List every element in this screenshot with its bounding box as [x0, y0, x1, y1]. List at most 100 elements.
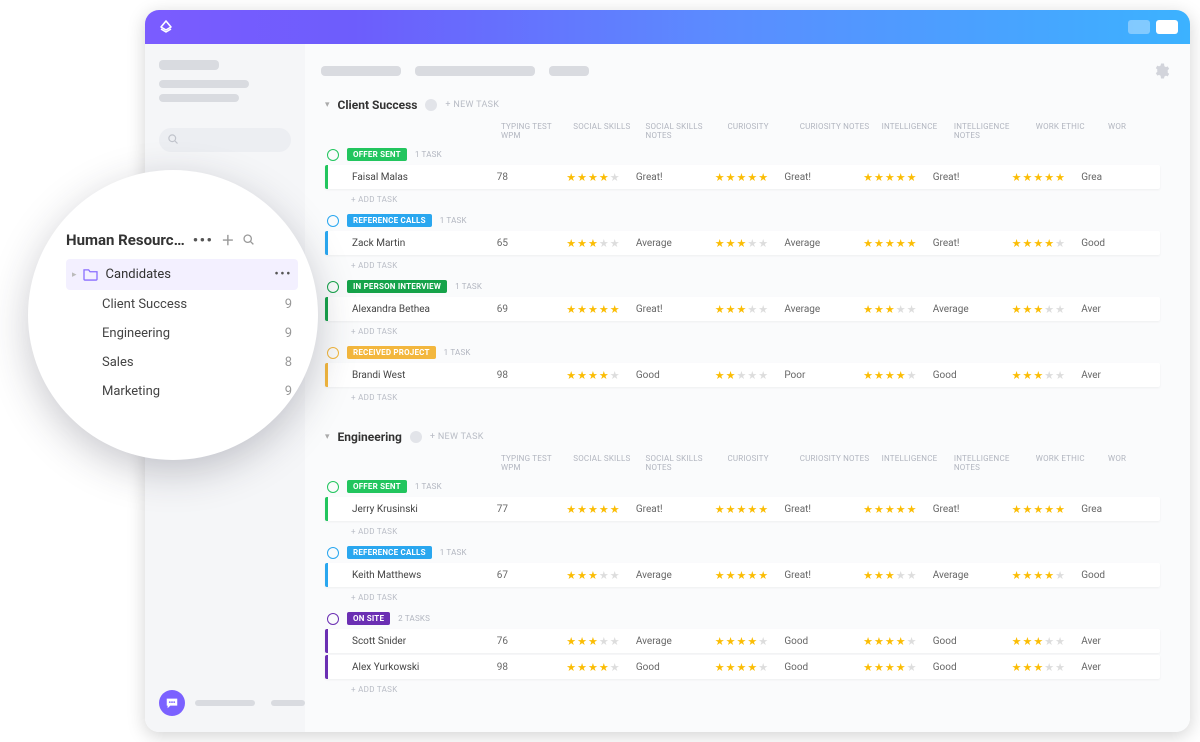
cell-workethic-stars[interactable]: ★★★★★ — [1012, 636, 1082, 647]
cell-intelligence-stars[interactable]: ★★★★★ — [863, 662, 933, 673]
section-dot-icon — [410, 431, 422, 443]
add-task-button[interactable]: + ADD TASK — [321, 389, 1190, 408]
cell-intelligence-note: Good — [933, 370, 1012, 381]
section-header[interactable]: ▾ Client Success + NEW TASK — [321, 94, 1190, 120]
space-header[interactable]: Human Resourc… ••• ＋ — [66, 230, 298, 249]
folder-candidates[interactable]: ▸ Candidates ••• — [66, 259, 298, 290]
status-count: 1 TASK — [415, 150, 442, 159]
cell-intelligence-stars[interactable]: ★★★★★ — [863, 504, 933, 515]
add-task-button[interactable]: + ADD TASK — [321, 323, 1190, 342]
status-bar[interactable]: RECEIVED PROJECT 1 TASK — [321, 342, 1190, 361]
add-task-button[interactable]: + ADD TASK — [321, 523, 1190, 542]
cell-social-stars[interactable]: ★★★★★ — [566, 238, 636, 249]
more-icon[interactable]: ••• — [274, 267, 292, 282]
cell-curiosity-stars[interactable]: ★★★★★ — [715, 304, 785, 315]
list-item-marketing[interactable]: Marketing9 — [66, 377, 298, 406]
status-bar[interactable]: REFERENCE CALLS 1 TASK — [321, 542, 1190, 561]
cell-workethic-stars[interactable]: ★★★★★ — [1012, 238, 1082, 249]
cell-workethic-stars[interactable]: ★★★★★ — [1012, 172, 1082, 183]
status-group: OFFER SENT 1 TASK Faisal Malas 78 ★★★★★ … — [321, 144, 1190, 210]
list-item-engineering[interactable]: Engineering9 — [66, 319, 298, 348]
search-icon — [167, 133, 179, 145]
search-pill-placeholder[interactable] — [159, 128, 291, 152]
star-icon: ★ — [577, 172, 587, 183]
list-label: Marketing — [102, 384, 160, 399]
star-icon: ★ — [726, 636, 736, 647]
status-bar[interactable]: OFFER SENT 1 TASK — [321, 476, 1190, 495]
new-task-button[interactable]: + NEW TASK — [430, 432, 484, 442]
task-row[interactable]: Scott Snider 76 ★★★★★ Average ★★★★★ Good… — [325, 629, 1160, 653]
star-icon: ★ — [758, 504, 768, 515]
settings-icon[interactable] — [1152, 62, 1170, 80]
add-icon[interactable]: ＋ — [221, 230, 234, 249]
cell-curiosity-stars[interactable]: ★★★★★ — [715, 370, 785, 381]
window-minimize-button[interactable] — [1128, 20, 1150, 34]
add-task-button[interactable]: + ADD TASK — [321, 681, 1190, 700]
star-icon: ★ — [736, 662, 746, 673]
cell-social-stars[interactable]: ★★★★★ — [566, 504, 636, 515]
chat-icon[interactable] — [159, 690, 185, 716]
window-maximize-button[interactable] — [1156, 20, 1178, 34]
folder-label: Candidates — [106, 267, 171, 282]
status-bar[interactable]: ON SITE 2 TASKS — [321, 608, 1190, 627]
status-bar[interactable]: REFERENCE CALLS 1 TASK — [321, 210, 1190, 229]
cell-intelligence-stars[interactable]: ★★★★★ — [863, 370, 933, 381]
cell-intelligence-stars[interactable]: ★★★★★ — [863, 636, 933, 647]
cell-curiosity-stars[interactable]: ★★★★★ — [715, 172, 785, 183]
star-icon: ★ — [599, 238, 609, 249]
star-icon: ★ — [896, 504, 906, 515]
star-icon: ★ — [736, 504, 746, 515]
task-name: Scott Snider — [328, 636, 497, 647]
caret-icon: ▸ — [72, 270, 77, 280]
task-row[interactable]: Keith Matthews 67 ★★★★★ Average ★★★★★ Gr… — [325, 563, 1160, 587]
task-row[interactable]: Alexandra Bethea 69 ★★★★★ Great! ★★★★★ A… — [325, 297, 1160, 321]
star-icon: ★ — [885, 636, 895, 647]
add-task-button[interactable]: + ADD TASK — [321, 191, 1190, 210]
status-bar[interactable]: IN PERSON INTERVIEW 1 TASK — [321, 276, 1190, 295]
cell-wpm: 98 — [497, 662, 567, 673]
cell-curiosity-stars[interactable]: ★★★★★ — [715, 636, 785, 647]
star-icon: ★ — [566, 636, 576, 647]
task-row[interactable]: Zack Martin 65 ★★★★★ Average ★★★★★ Avera… — [325, 231, 1160, 255]
cell-intelligence-stars[interactable]: ★★★★★ — [863, 570, 933, 581]
section-header[interactable]: ▾ Engineering + NEW TASK — [321, 426, 1190, 452]
cell-intelligence-stars[interactable]: ★★★★★ — [863, 172, 933, 183]
status-bar[interactable]: OFFER SENT 1 TASK — [321, 144, 1190, 163]
task-row[interactable]: Alex Yurkowski 98 ★★★★★ Good ★★★★★ Good … — [325, 655, 1160, 679]
status-tag: REFERENCE CALLS — [347, 546, 432, 559]
cell-workethic-stars[interactable]: ★★★★★ — [1012, 662, 1082, 673]
cell-curiosity-stars[interactable]: ★★★★★ — [715, 662, 785, 673]
cell-social-stars[interactable]: ★★★★★ — [566, 636, 636, 647]
cell-wpm: 77 — [497, 504, 567, 515]
status-count: 1 TASK — [440, 216, 467, 225]
task-row[interactable]: Brandi West 98 ★★★★★ Good ★★★★★ Poor ★★★… — [325, 363, 1160, 387]
list-item-client-success[interactable]: Client Success9 — [66, 290, 298, 319]
add-task-button[interactable]: + ADD TASK — [321, 257, 1190, 276]
search-icon[interactable] — [242, 233, 255, 246]
cell-workethic-stars[interactable]: ★★★★★ — [1012, 504, 1082, 515]
new-task-button[interactable]: + NEW TASK — [445, 100, 499, 110]
cell-social-stars[interactable]: ★★★★★ — [566, 370, 636, 381]
cell-social-stars[interactable]: ★★★★★ — [566, 570, 636, 581]
list-item-sales[interactable]: Sales8 — [66, 348, 298, 377]
star-icon: ★ — [885, 504, 895, 515]
cell-social-stars[interactable]: ★★★★★ — [566, 662, 636, 673]
cell-intelligence-stars[interactable]: ★★★★★ — [863, 304, 933, 315]
cell-workethic-stars[interactable]: ★★★★★ — [1012, 370, 1082, 381]
task-name: Jerry Krusinski — [328, 504, 497, 515]
cell-curiosity-note: Good — [784, 636, 863, 647]
star-icon: ★ — [1012, 172, 1022, 183]
add-task-button[interactable]: + ADD TASK — [321, 589, 1190, 608]
cell-intelligence-stars[interactable]: ★★★★★ — [863, 238, 933, 249]
cell-workethic-stars[interactable]: ★★★★★ — [1012, 304, 1082, 315]
cell-curiosity-stars[interactable]: ★★★★★ — [715, 570, 785, 581]
cell-curiosity-stars[interactable]: ★★★★★ — [715, 238, 785, 249]
more-icon[interactable]: ••• — [193, 231, 214, 249]
task-row[interactable]: Faisal Malas 78 ★★★★★ Great! ★★★★★ Great… — [325, 165, 1160, 189]
cell-social-stars[interactable]: ★★★★★ — [566, 304, 636, 315]
cell-social-stars[interactable]: ★★★★★ — [566, 172, 636, 183]
task-row[interactable]: Jerry Krusinski 77 ★★★★★ Great! ★★★★★ Gr… — [325, 497, 1160, 521]
column-headers: TYPING TEST WPM SOCIAL SKILLS SOCIAL SKI… — [321, 452, 1190, 476]
cell-workethic-stars[interactable]: ★★★★★ — [1012, 570, 1082, 581]
cell-curiosity-stars[interactable]: ★★★★★ — [715, 504, 785, 515]
